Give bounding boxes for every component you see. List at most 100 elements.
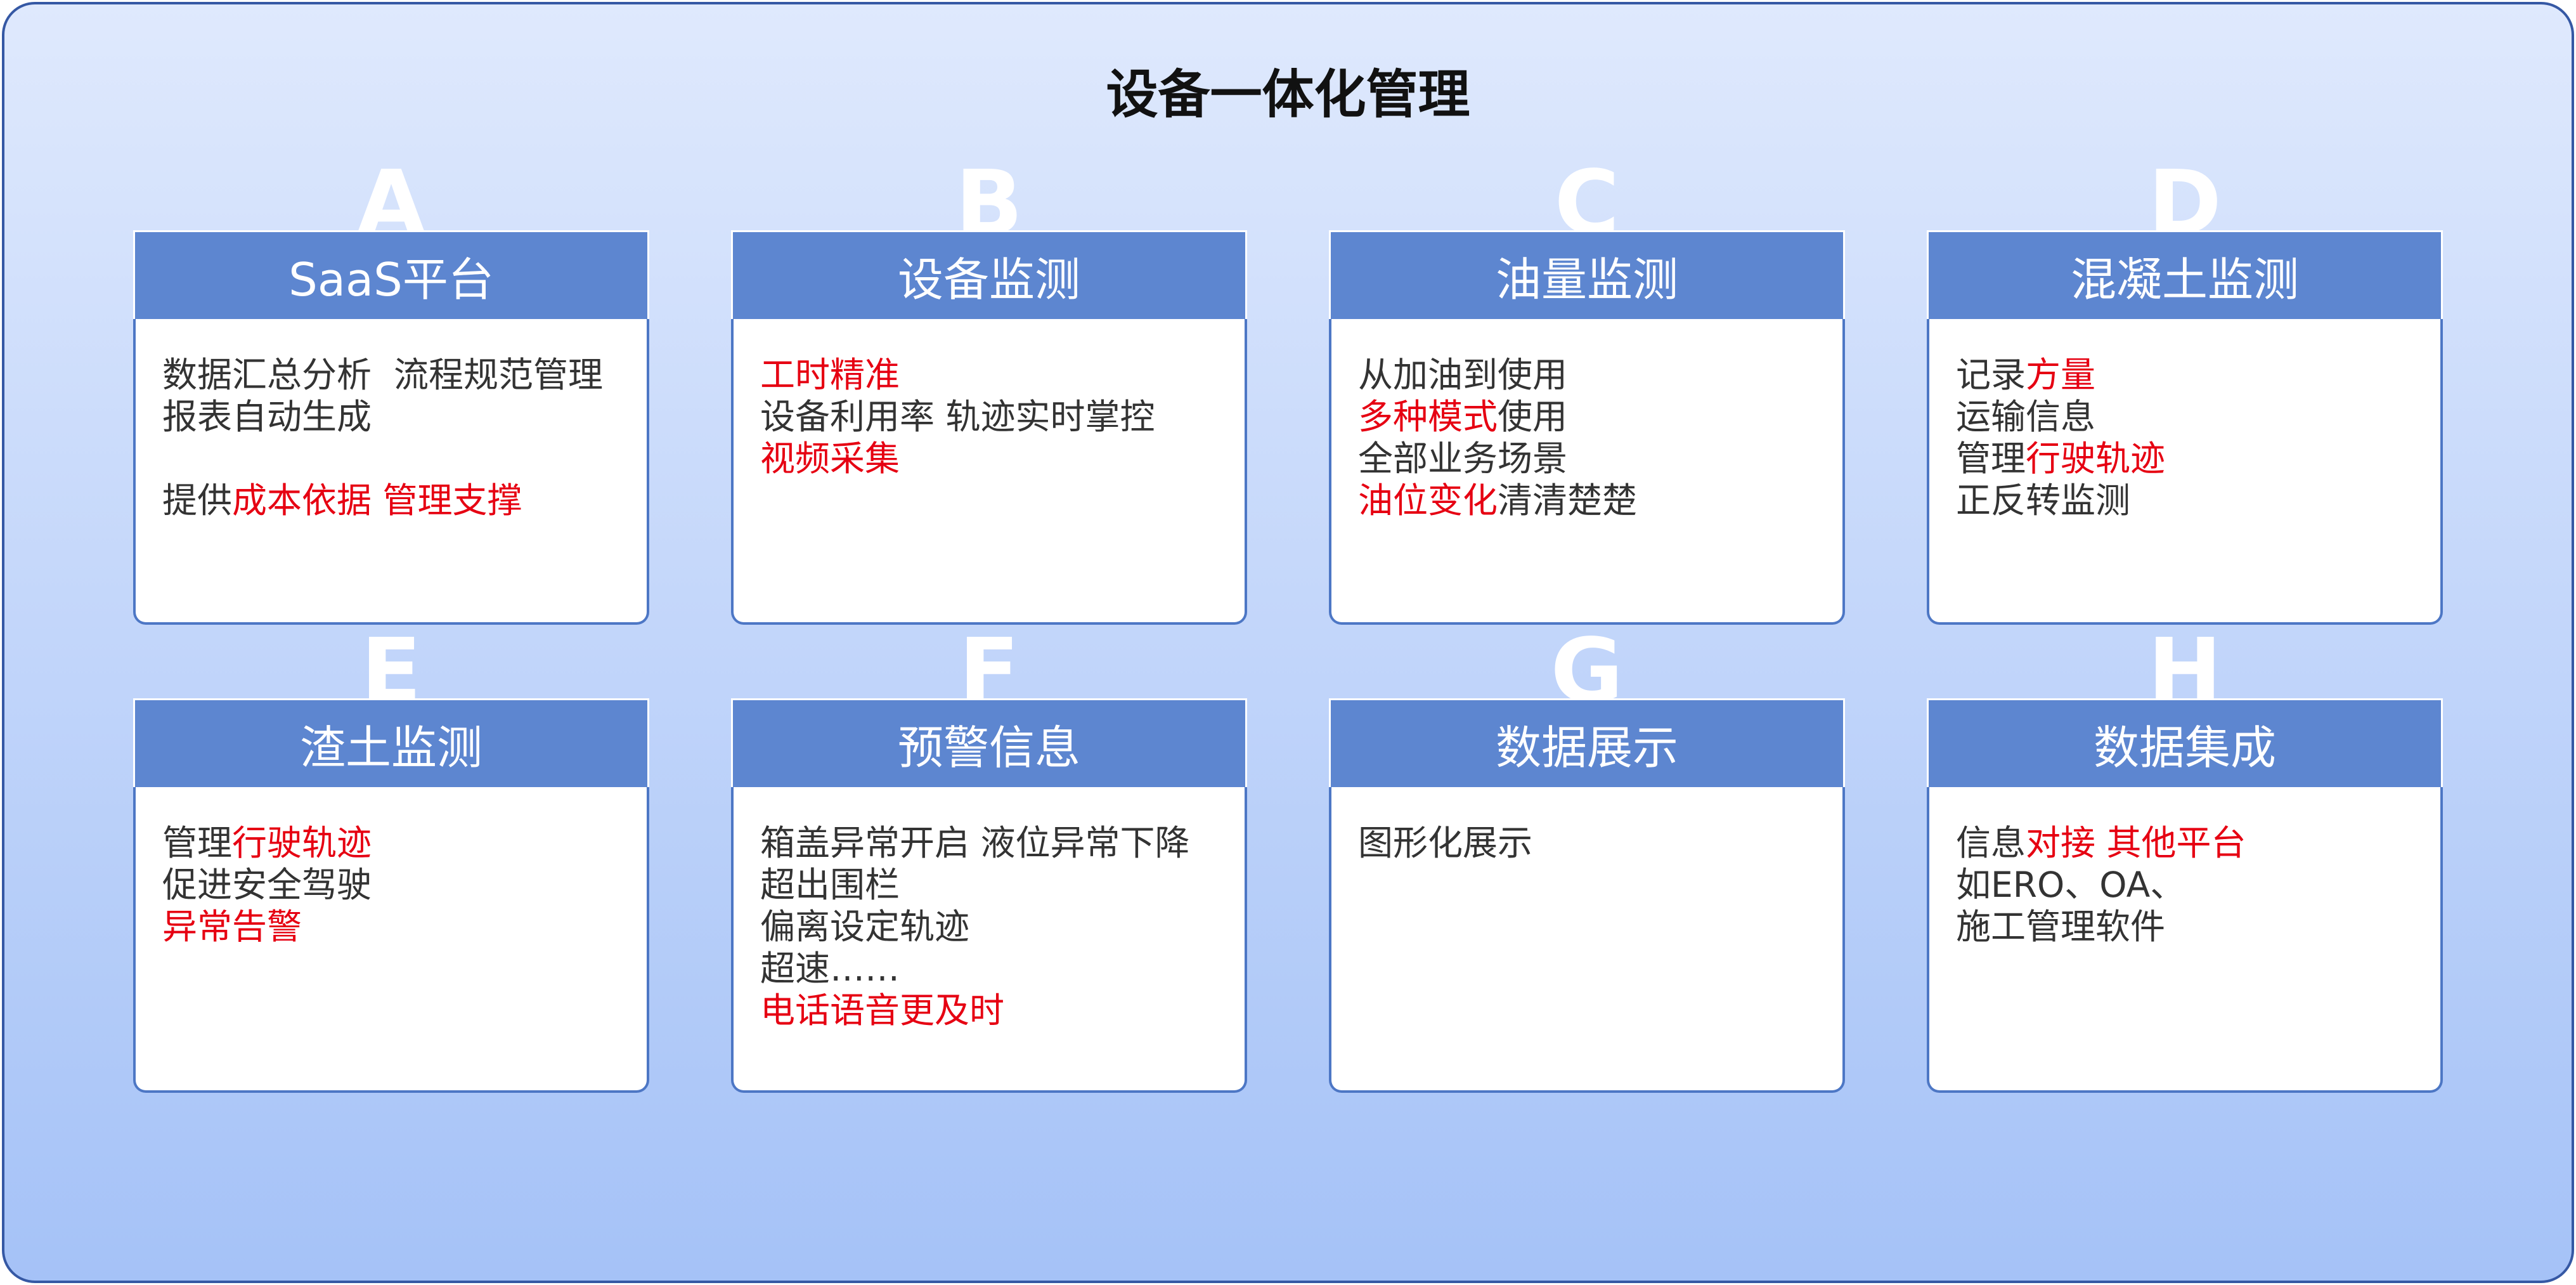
card-line: 正反转监测 <box>1956 479 2425 521</box>
page-title: 设备一体化管理 <box>1106 65 1470 125</box>
feature-card: C 油量监测 从加油到使用 多种模式使用 全部业务场景 油位变化清清楚楚 <box>1329 159 1845 625</box>
card-line: 如ERO、OA、 <box>1956 864 2425 906</box>
card-line: 多种模式使用 <box>1358 396 1827 438</box>
card-text: 促进安全驾驶 <box>162 864 372 905</box>
card-grid: A SaaS平台 数据汇总分析 流程规范管理 报表自动生成 提供成本依据 管理支撑 B 设备… <box>133 159 2443 1093</box>
card-line: 工时精准 <box>760 354 1229 396</box>
card-text: 箱盖异常开启 液位异常下降 <box>760 823 1190 863</box>
card-paragraph: 记录方量 运输信息 管理行驶轨迹 正反转监测 <box>1956 354 2425 521</box>
card-line: 记录方量 <box>1956 354 2425 396</box>
card-text: 使用 <box>1498 396 1568 437</box>
card-header: 混凝土监测 <box>1927 230 2443 319</box>
card-highlight-text: 对接 其他平台 <box>2026 823 2246 863</box>
card-text: 图形化展示 <box>1358 823 1533 863</box>
card-line: 信息对接 其他平台 <box>1956 822 2425 864</box>
card-title: 油量监测 <box>1495 253 1678 306</box>
feature-card: G 数据展示 图形化展示 <box>1329 627 1845 1093</box>
card-line: 异常告警 <box>162 906 631 948</box>
card-line: 全部业务场景 <box>1358 438 1827 479</box>
card-paragraph: 提供成本依据 管理支撑 <box>162 479 631 521</box>
card-line: 运输信息 <box>1956 396 2425 438</box>
card-highlight-text: 方量 <box>2026 355 2096 395</box>
card-body: 记录方量 运输信息 管理行驶轨迹 正反转监测 <box>1927 319 2443 625</box>
card-body: 管理行驶轨迹 促进安全驾驶 异常告警 <box>133 787 649 1093</box>
card-text: 设备利用率 轨迹实时掌控 <box>760 396 1155 437</box>
card-highlight-text: 油位变化 <box>1358 480 1498 521</box>
card-line: 施工管理软件 <box>1956 906 2425 948</box>
card-text: 施工管理软件 <box>1956 906 2166 947</box>
card-line: 管理行驶轨迹 <box>162 822 631 864</box>
feature-card: A SaaS平台 数据汇总分析 流程规范管理 报表自动生成 提供成本依据 管理支撑 <box>133 159 649 625</box>
card-line: 电话语音更及时 <box>760 989 1229 1031</box>
card-highlight-text: 异常告警 <box>162 906 302 947</box>
card-highlight-text: 行驶轨迹 <box>232 823 372 863</box>
card-line: 从加油到使用 <box>1358 354 1827 396</box>
card-text: 数据汇总分析 流程规范管理 <box>162 355 603 395</box>
card-text: 正反转监测 <box>1956 480 2131 521</box>
card-title: 数据集成 <box>2093 721 2276 774</box>
card-body: 图形化展示 <box>1329 787 1845 1093</box>
card-text: 清清楚楚 <box>1498 480 1638 521</box>
card-header: SaaS平台 <box>133 230 649 319</box>
card-header: 油量监测 <box>1329 230 1845 319</box>
card-line: 视频采集 <box>760 438 1229 479</box>
card-title: 预警信息 <box>897 721 1080 774</box>
card-body: 从加油到使用 多种模式使用 全部业务场景 油位变化清清楚楚 <box>1329 319 1845 625</box>
card-text: 从加油到使用 <box>1358 355 1568 395</box>
card-text: 超出围栏 <box>760 864 900 905</box>
card-line: 油位变化清清楚楚 <box>1358 479 1827 521</box>
card-highlight-text: 行驶轨迹 <box>2026 438 2166 479</box>
card-highlight-text: 视频采集 <box>760 438 900 479</box>
card-text: 信息 <box>1956 823 2026 863</box>
card-line: 促进安全驾驶 <box>162 864 631 906</box>
card-highlight-text: 成本依据 管理支撑 <box>232 480 522 521</box>
card-line: 超出围栏 <box>760 864 1229 906</box>
card-body: 数据汇总分析 流程规范管理 报表自动生成 提供成本依据 管理支撑 <box>133 319 649 625</box>
card-line: 箱盖异常开启 液位异常下降 <box>760 822 1229 864</box>
feature-card: E 渣土监测 管理行驶轨迹 促进安全驾驶 异常告警 <box>133 627 649 1093</box>
card-header: 数据集成 <box>1927 698 2443 787</box>
card-highlight-text: 多种模式 <box>1358 396 1498 437</box>
card-paragraph: 信息对接 其他平台 如ERO、OA、 施工管理软件 <box>1956 822 2425 948</box>
card-highlight-text: 工时精准 <box>760 355 900 395</box>
card-highlight-text: 电话语音更及时 <box>760 990 1005 1031</box>
card-title: SaaS平台 <box>288 253 494 306</box>
card-text: 全部业务场景 <box>1358 438 1568 479</box>
feature-card: F 预警信息 箱盖异常开启 液位异常下降 超出围栏 偏离设定轨迹 超速…… 电话语音更及时 <box>731 627 1247 1093</box>
card-line: 图形化展示 <box>1358 822 1827 864</box>
card-text: 运输信息 <box>1956 396 2096 437</box>
card-paragraph: 图形化展示 <box>1358 822 1827 864</box>
card-header: 渣土监测 <box>133 698 649 787</box>
feature-card: D 混凝土监测 记录方量 运输信息 管理行驶轨迹 正反转监测 <box>1927 159 2443 625</box>
card-paragraph: 管理行驶轨迹 促进安全驾驶 异常告警 <box>162 822 631 948</box>
card-title: 设备监测 <box>897 253 1080 306</box>
card-body: 箱盖异常开启 液位异常下降 超出围栏 偏离设定轨迹 超速…… 电话语音更及时 <box>731 787 1247 1093</box>
card-line: 提供成本依据 管理支撑 <box>162 479 631 521</box>
card-paragraph: 工时精准 设备利用率 轨迹实时掌控 视频采集 <box>760 354 1229 479</box>
card-text: 报表自动生成 <box>162 396 372 437</box>
card-body: 工时精准 设备利用率 轨迹实时掌控 视频采集 <box>731 319 1247 625</box>
feature-card: B 设备监测 工时精准 设备利用率 轨迹实时掌控 视频采集 <box>731 159 1247 625</box>
card-body: 信息对接 其他平台 如ERO、OA、 施工管理软件 <box>1927 787 2443 1093</box>
card-paragraph: 箱盖异常开启 液位异常下降 超出围栏 偏离设定轨迹 超速…… 电话语音更及时 <box>760 822 1229 1031</box>
card-paragraph: 数据汇总分析 流程规范管理 报表自动生成 <box>162 354 631 438</box>
card-text: 超速…… <box>760 948 900 989</box>
card-line: 偏离设定轨迹 <box>760 906 1229 948</box>
feature-card: H 数据集成 信息对接 其他平台 如ERO、OA、 施工管理软件 <box>1927 627 2443 1093</box>
card-header: 数据展示 <box>1329 698 1845 787</box>
card-title: 渣土监测 <box>299 721 482 774</box>
card-text: 记录 <box>1956 355 2026 395</box>
card-text: 偏离设定轨迹 <box>760 906 970 947</box>
card-line: 设备利用率 轨迹实时掌控 <box>760 396 1229 438</box>
card-line: 报表自动生成 <box>162 396 631 438</box>
card-line: 数据汇总分析 流程规范管理 <box>162 354 631 396</box>
card-header: 预警信息 <box>731 698 1247 787</box>
card-line: 管理行驶轨迹 <box>1956 438 2425 479</box>
card-text: 如ERO、OA、 <box>1956 864 2185 905</box>
card-header: 设备监测 <box>731 230 1247 319</box>
card-line: 超速…… <box>760 948 1229 989</box>
card-text: 管理 <box>1956 438 2026 479</box>
card-paragraph: 从加油到使用 多种模式使用 全部业务场景 油位变化清清楚楚 <box>1358 354 1827 521</box>
card-text: 提供 <box>162 480 233 521</box>
card-text: 管理 <box>162 823 233 863</box>
